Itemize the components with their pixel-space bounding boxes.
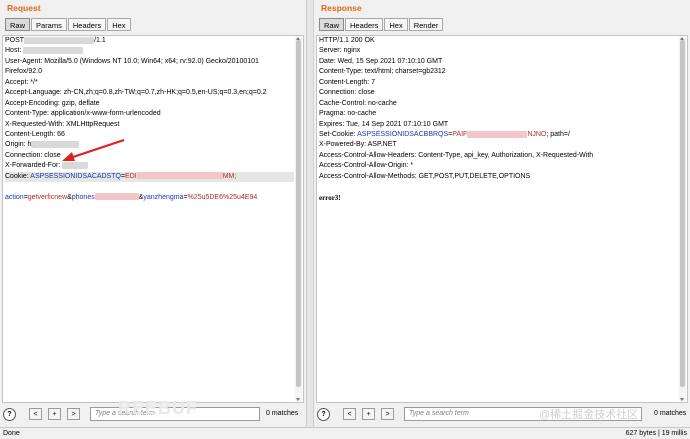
response-body: error3! (319, 193, 341, 202)
cookie-path: ; path=/ (546, 130, 570, 138)
match-count: 0 matches (266, 410, 299, 417)
header-text: Set-Cookie: (319, 130, 358, 138)
redacted-host (23, 47, 84, 55)
scroll-down-icon[interactable] (680, 398, 684, 401)
tab-render[interactable]: Render (408, 18, 444, 31)
add-button[interactable]: + (362, 408, 375, 420)
response-stats: 627 bytes | 19 millis (625, 430, 687, 437)
response-tabs: Raw Headers Hex Render (319, 18, 444, 31)
prev-match-button[interactable]: < (29, 408, 42, 420)
header-line: Accept-Language: zh-CN,zh;q=0.8,zh-TW;q=… (5, 89, 267, 97)
param-value: getverficnew (27, 193, 68, 201)
header-line: X-Forwarded-For: (5, 161, 294, 171)
header-line: Content-Type: text/html; charset=gb2312 (319, 68, 446, 76)
help-icon[interactable]: ? (317, 408, 330, 421)
header-text: Host: (5, 47, 22, 55)
redacted-phone (94, 193, 139, 201)
header-line: Connection: close (319, 89, 375, 97)
header-line: X-Powered-By: ASP.NET (319, 141, 397, 149)
cookie-line: Cookie: ASPSESSIONIDSACADSTQ=EDI MM; (5, 171, 294, 183)
tab-headers[interactable]: Headers (67, 18, 107, 31)
vertical-scrollbar[interactable] (679, 37, 686, 401)
request-method: POST (5, 37, 25, 44)
prev-match-button[interactable]: < (343, 408, 356, 420)
request-title: Request (7, 3, 41, 13)
header-line: Date: Wed, 15 Sep 2021 07:10:10 GMT (319, 57, 443, 65)
redacted-cookie (467, 130, 528, 138)
param-name: yanzhengma (143, 193, 184, 201)
tab-headers[interactable]: Headers (345, 18, 384, 31)
request-tabs: Raw Params Headers Hex (5, 18, 131, 31)
response-search-bar: ? < + > Type a search term 0 matches (316, 407, 688, 423)
help-icon[interactable]: ? (3, 408, 16, 421)
http-version: /1.1 (94, 37, 106, 44)
header-line: Content-Length: 66 (5, 130, 65, 138)
cookie-name: ASPSESSIONIDSACADSTQ (30, 172, 121, 180)
header-text: Origin: h (5, 141, 32, 149)
redacted-ip (62, 161, 89, 169)
tab-params[interactable]: Params (31, 18, 67, 31)
header-line: Firefox/92.0 (5, 68, 42, 76)
redacted-origin (31, 141, 80, 149)
header-line: Access-Control-Allow-Origin: * (319, 162, 414, 170)
cookie-value-tail: MM; (222, 172, 237, 180)
match-count: 0 matches (654, 410, 687, 417)
add-button[interactable]: + (48, 408, 61, 420)
request-editor[interactable]: POST/1.1 Host: User-Agent: Mozilla/5.0 (… (2, 35, 304, 403)
next-match-button[interactable]: > (67, 408, 80, 420)
response-pane: Response Raw Headers Hex Render HTTP/1.1… (314, 0, 690, 427)
redacted-cookie (136, 172, 223, 180)
header-line: Content-Length: 7 (319, 78, 376, 86)
header-line: Accept: */* (5, 78, 38, 86)
scrollbar-thumb[interactable] (680, 40, 685, 387)
status-bar: Done 627 bytes | 19 millis (0, 427, 690, 439)
header-line: Origin: h (5, 140, 294, 150)
tab-hex[interactable]: Hex (107, 18, 131, 31)
redacted-url (24, 36, 95, 44)
request-pane: Request Raw Params Headers Hex POST/1.1 … (0, 0, 306, 427)
search-input[interactable]: Type a search term (90, 407, 260, 421)
tab-hex[interactable]: Hex (384, 18, 408, 31)
header-line: Pragma: no-cache (319, 110, 377, 118)
header-line: Access-Control-Allow-Methods: GET,POST,P… (319, 172, 531, 180)
header-line-connection: Connection: close (5, 151, 61, 159)
response-editor[interactable]: HTTP/1.1 200 OK Server: nginx Date: Wed,… (316, 35, 688, 403)
header-line: X-Requested-With: XMLHttpRequest (5, 120, 120, 128)
param-name: phones (71, 193, 95, 201)
header-line: Access-Control-Allow-Headers: Content-Ty… (319, 151, 594, 159)
cookie-value: EDI (125, 172, 137, 180)
cookie-value-tail: NJNO (527, 130, 547, 138)
scrollbar-thumb[interactable] (296, 40, 301, 387)
scroll-down-icon[interactable] (296, 398, 300, 401)
cookie-name: ASPSESSIONIDSACBBRQS (357, 130, 449, 138)
header-text: Cookie: (5, 172, 31, 180)
status-line: HTTP/1.1 200 OK (319, 37, 375, 44)
next-match-button[interactable]: > (381, 408, 394, 420)
request-line: POST/1.1 (5, 36, 294, 46)
response-title: Response (321, 3, 362, 13)
search-input[interactable]: Type a search term (404, 407, 642, 421)
set-cookie-line: Set-Cookie: ASPSESSIONIDSACBBRQS=PAIF NJN… (319, 130, 678, 140)
header-line: Accept-Encoding: gzip, deflate (5, 99, 100, 107)
header-line: Content-Type: application/x-www-form-url… (5, 110, 161, 118)
pane-splitter[interactable] (306, 0, 314, 427)
request-search-bar: ? < + > Type a search term 0 matches (2, 407, 304, 423)
tab-raw[interactable]: Raw (319, 18, 345, 31)
status-text: Done (3, 430, 20, 437)
param-value: %25u5DE6%25u4E94 (187, 193, 258, 201)
header-line: User-Agent: Mozilla/5.0 (Windows NT 10.0… (5, 57, 259, 65)
vertical-scrollbar[interactable] (295, 37, 302, 401)
header-line: Host: (5, 46, 294, 56)
body-line: action=getverficnew&phones &yanzhengma=%2… (5, 193, 294, 203)
param-name: action (5, 193, 24, 201)
header-text: X-Forwarded-For: (5, 162, 61, 170)
header-line: Server: nginx (319, 47, 361, 55)
header-line: Cache-Control: no-cache (319, 99, 397, 107)
header-line: Expires: Tue, 14 Sep 2021 07:10:10 GMT (319, 120, 449, 128)
cookie-value: PAIF (452, 130, 468, 138)
tab-raw[interactable]: Raw (5, 18, 31, 31)
